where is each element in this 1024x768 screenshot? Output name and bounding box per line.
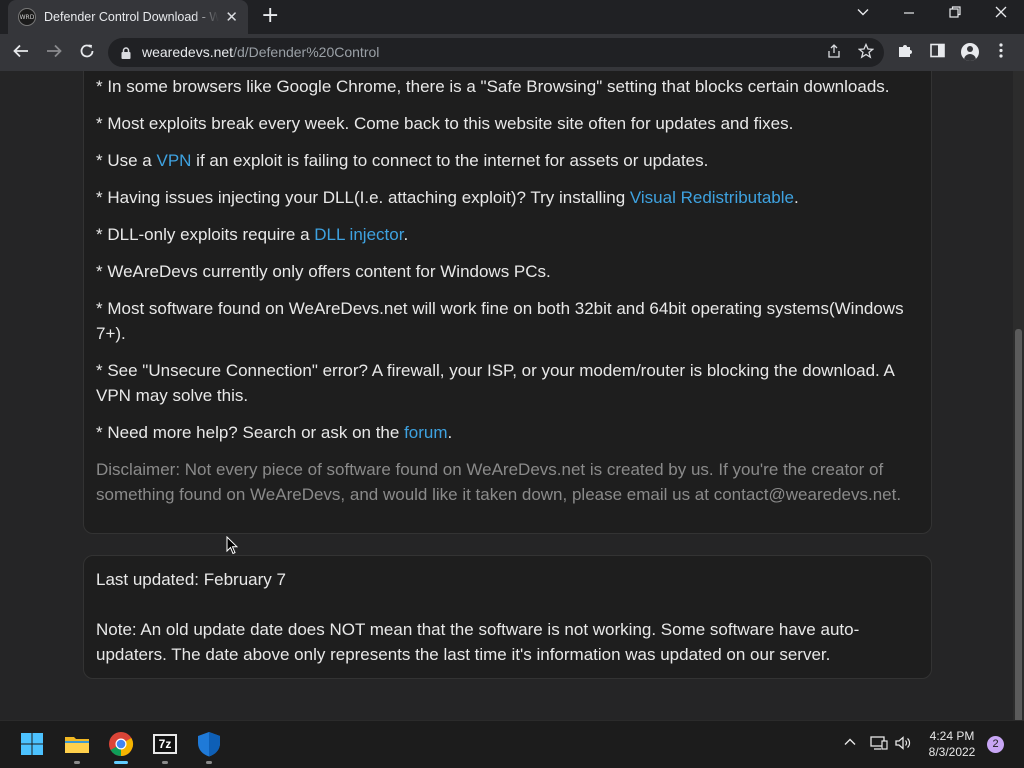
system-clock[interactable]: 4:24 PM 8/3/2022 — [918, 728, 986, 760]
puzzle-icon[interactable] — [897, 42, 914, 64]
speaker-icon[interactable] — [894, 735, 912, 755]
help-note-before: * Need more help? Search or ask on the — [96, 423, 405, 442]
help-note: * Need more help? Search or ask on the f… — [96, 420, 926, 445]
exploits-note: * Most exploits break every week. Come b… — [96, 114, 794, 133]
windows-taskbar: 7z 4:24 PM 8/3/2022 — [0, 720, 1024, 768]
bookmark-star-icon[interactable] — [857, 42, 875, 63]
unsecure-connection-note: * See "Unsecure Connection" error? A fir… — [96, 361, 894, 405]
dll-issue-before: * Having issues injecting your DLL(I.e. … — [96, 188, 630, 207]
reload-icon[interactable] — [78, 42, 96, 65]
dll-only-after: . — [403, 225, 409, 244]
share-icon[interactable] — [826, 43, 842, 63]
site-favicon: WRD — [18, 8, 36, 26]
restore-icon[interactable] — [948, 5, 962, 23]
7zip-label: 7z — [158, 737, 172, 751]
bitness-note: * Most software found on WeAreDevs.net w… — [96, 299, 904, 343]
scrollbar-thumb[interactable] — [1015, 329, 1022, 731]
folder-icon[interactable] — [63, 730, 91, 758]
forum-link[interactable]: forum — [404, 423, 447, 442]
vpn-note: * Use a VPN if an exploit is failing to … — [96, 148, 926, 173]
7zip-running-indicator — [162, 761, 168, 764]
kebab-menu-icon[interactable] — [998, 42, 1004, 64]
page-viewport: * In some browsers like Google Chrome, t… — [0, 71, 1013, 720]
mouse-cursor-icon — [226, 535, 239, 559]
page-scrollbar[interactable] — [1013, 71, 1024, 731]
url-text: wearedevs.net/d/Defender%20Control — [142, 44, 379, 60]
dll-injector-link[interactable]: DLL injector — [314, 225, 403, 244]
close-window-icon[interactable] — [994, 5, 1008, 23]
dll-only-before: * DLL-only exploits require a — [96, 225, 315, 244]
browser-toolbar: wearedevs.net/d/Defender%20Control — [0, 34, 1024, 71]
windows-start-icon[interactable] — [18, 730, 46, 758]
browser-tab[interactable]: WRD Defender Control Download - WeAreDev… — [8, 0, 248, 34]
explorer-running-indicator — [74, 761, 80, 764]
network-icon[interactable] — [870, 735, 888, 755]
chrome-active-indicator — [114, 761, 128, 764]
notification-badge[interactable]: 2 — [987, 736, 1004, 753]
update-note-text: Note: An old update date does NOT mean t… — [96, 620, 860, 664]
vpn-note-before: * Use a — [96, 151, 157, 170]
lock-icon[interactable] — [120, 45, 132, 64]
minimize-icon[interactable] — [902, 5, 916, 23]
dll-issue-after: . — [794, 188, 799, 207]
dll-only-note: * DLL-only exploits require a DLL inject… — [96, 222, 926, 247]
address-bar[interactable]: wearedevs.net/d/Defender%20Control — [108, 38, 884, 67]
url-path: /d/Defender%20Control — [233, 44, 380, 60]
last-updated-text: Last updated: February 7 — [96, 570, 286, 589]
chrome-icon[interactable] — [107, 730, 135, 758]
help-note-after: . — [447, 423, 453, 442]
tab-strip: WRD Defender Control Download - WeAreDev… — [0, 0, 1024, 34]
vpn-link[interactable]: VPN — [156, 151, 191, 170]
info-card: * In some browsers like Google Chrome, t… — [83, 71, 932, 534]
url-host: wearedevs.net — [142, 44, 234, 60]
clock-date: 8/3/2022 — [928, 745, 976, 759]
7zip-icon[interactable]: 7z — [151, 730, 179, 758]
tab-title: Defender Control Download - WeAreDevs — [44, 10, 220, 24]
dll-issue-note: * Having issues injecting your DLL(I.e. … — [96, 185, 926, 210]
visual-redistributable-link[interactable]: Visual Redistributable — [630, 188, 794, 207]
tab-close-icon[interactable]: ✕ — [225, 8, 238, 26]
vpn-note-after: if an exploit is failing to connect to t… — [191, 151, 709, 170]
tab-search-chevron-icon[interactable] — [856, 5, 870, 23]
defender-running-indicator — [206, 761, 212, 764]
shield-icon[interactable] — [195, 730, 223, 758]
clock-time: 4:24 PM — [929, 729, 975, 743]
disclaimer-text: Disclaimer: Not every piece of software … — [96, 460, 902, 504]
forward-arrow-icon[interactable] — [45, 42, 63, 65]
windows-note: * WeAreDevs currently only offers conten… — [96, 262, 551, 281]
update-card: Last updated: February 7 Note: An old up… — [83, 555, 932, 679]
profile-icon[interactable] — [961, 43, 979, 61]
safe-browsing-note: * In some browsers like Google Chrome, t… — [96, 77, 890, 96]
back-arrow-icon[interactable] — [12, 42, 30, 65]
new-tab-icon[interactable]: + — [261, 5, 279, 27]
chevron-up-icon[interactable] — [843, 735, 857, 753]
side-panel-icon[interactable] — [929, 42, 946, 64]
